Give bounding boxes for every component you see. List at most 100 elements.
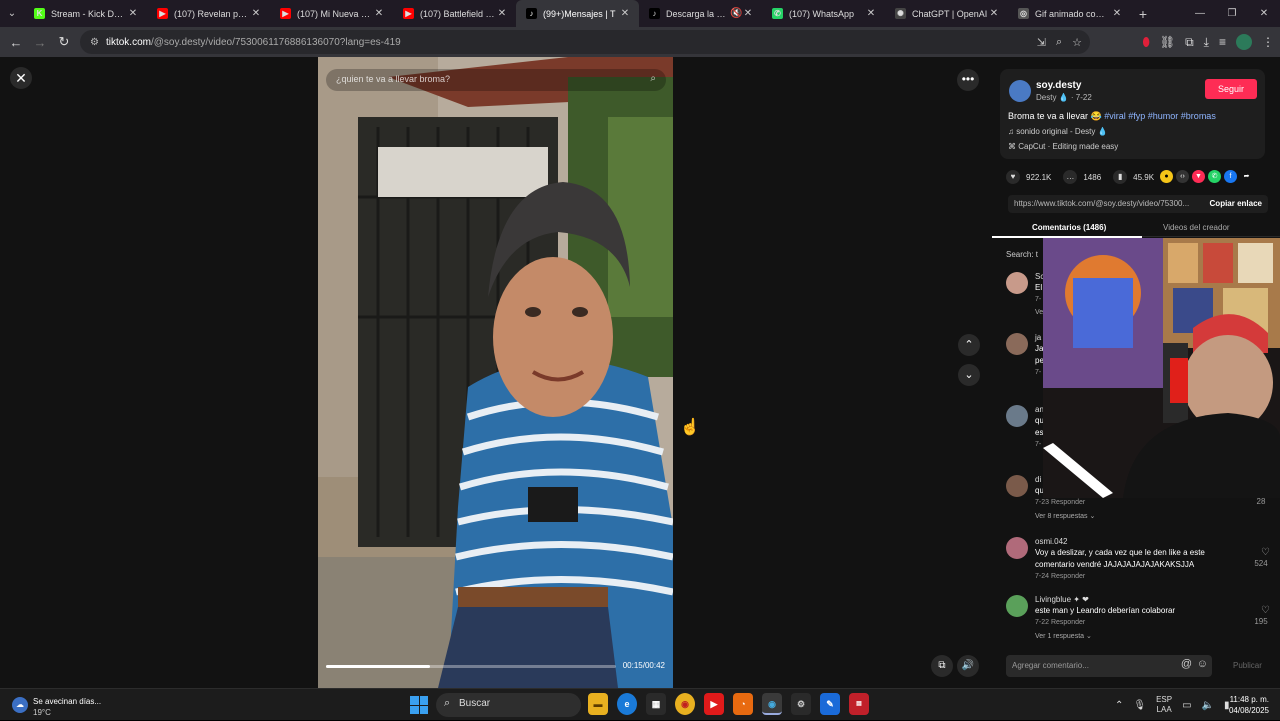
- mention-icon[interactable]: @: [1181, 658, 1192, 670]
- speaker-icon[interactable]: 🔈: [1202, 700, 1214, 711]
- close-window-icon[interactable]: ✕: [1248, 0, 1280, 27]
- comment-like-icon[interactable]: ♡: [1261, 547, 1270, 558]
- chrome-active-icon[interactable]: ◉: [762, 693, 782, 715]
- tab-search-icon[interactable]: ⌄: [0, 0, 24, 27]
- extension-link-icon[interactable]: ⛓: [1160, 35, 1175, 49]
- close-tab-icon[interactable]: ✕: [127, 8, 139, 19]
- share-link-box[interactable]: https://www.tiktok.com/@soy.desty/video/…: [1008, 195, 1268, 213]
- app-blue-icon[interactable]: ✎: [820, 693, 840, 715]
- previous-video-icon[interactable]: ⌃: [958, 334, 980, 356]
- copy-link-button[interactable]: Copiar enlace: [1205, 199, 1262, 208]
- site-info-icon[interactable]: ⚙: [90, 37, 99, 48]
- close-tab-icon[interactable]: ✕: [496, 8, 508, 19]
- whatsapp-share-icon[interactable]: ✆: [1208, 170, 1221, 183]
- floating-player-icon[interactable]: ⧉: [931, 655, 953, 677]
- music-info[interactable]: ♫ sonido original - Desty 💧: [1008, 127, 1108, 136]
- like-heart-icon[interactable]: ♥: [1006, 170, 1020, 184]
- close-tab-icon[interactable]: ✕: [742, 8, 754, 19]
- browser-tab[interactable]: ♪ Descarga la aplicació🔇✕: [639, 0, 762, 27]
- store-icon[interactable]: ▦: [646, 693, 666, 715]
- view-replies-link[interactable]: Ver 8 respuestas ⌄: [1035, 512, 1095, 520]
- commenter-avatar[interactable]: [1006, 272, 1028, 294]
- creator-avatar[interactable]: [1009, 80, 1031, 102]
- bookmark-star-icon[interactable]: ☆: [1072, 36, 1082, 49]
- windows-start-icon[interactable]: [410, 696, 428, 714]
- browser-tab[interactable]: ▶ (107) Mi Nueva Casa✕: [270, 0, 393, 27]
- minimize-icon[interactable]: —: [1184, 0, 1216, 27]
- share-arrow-icon[interactable]: ➦: [1240, 170, 1253, 183]
- next-video-icon[interactable]: ⌄: [958, 364, 980, 386]
- browser-tab[interactable]: ▶ (107) Revelan presunt✕: [147, 0, 270, 27]
- profile-avatar-icon[interactable]: [1236, 34, 1252, 50]
- comment-meta[interactable]: 7-22 Responder: [1035, 619, 1085, 626]
- video-player[interactable]: ¿quien te va a llevar broma? ⌕ 00:15/00:…: [318, 57, 673, 688]
- install-app-icon[interactable]: ⇲: [1037, 36, 1046, 49]
- settings-gear-icon[interactable]: ⚙: [791, 693, 811, 715]
- tray-expand-icon[interactable]: ⌃: [1115, 700, 1123, 711]
- tab-comments[interactable]: Comentarios (1486): [1032, 223, 1106, 232]
- news-app-icon[interactable]: ▤: [849, 693, 869, 715]
- creator-username[interactable]: soy.desty: [1036, 80, 1081, 91]
- youtube-app-icon[interactable]: ▶: [704, 693, 724, 715]
- new-tab-button[interactable]: +: [1131, 6, 1155, 22]
- close-tab-icon[interactable]: ✕: [250, 8, 262, 19]
- video-progress-bar[interactable]: [326, 665, 616, 668]
- comment-bubble-icon[interactable]: …: [1063, 170, 1078, 184]
- commenter-avatar[interactable]: [1006, 333, 1028, 355]
- close-icon[interactable]: ✕: [10, 67, 32, 89]
- facebook-share-icon[interactable]: f: [1224, 170, 1237, 183]
- capcut-link[interactable]: ⌘ CapCut · Editing made easy: [1008, 142, 1118, 151]
- search-icon[interactable]: ⌕: [650, 73, 656, 84]
- browser-tab[interactable]: K Stream - Kick Dashbo✕: [24, 0, 147, 27]
- send-icon[interactable]: ▼: [1192, 170, 1205, 183]
- forward-icon[interactable]: →: [28, 35, 52, 50]
- browser-tab[interactable]: ♪ (99+)Mensajes | T ✕: [516, 0, 639, 27]
- zoom-icon[interactable]: ⌕: [1056, 36, 1062, 49]
- follow-button[interactable]: Seguir: [1205, 79, 1257, 99]
- tab-creator-videos[interactable]: Videos del creador: [1163, 223, 1230, 232]
- close-tab-icon[interactable]: ✕: [988, 8, 1000, 19]
- volume-icon[interactable]: 🔊: [957, 655, 979, 677]
- reading-list-icon[interactable]: ≡: [1219, 35, 1226, 49]
- hashtags[interactable]: #viral #fyp #humor #bromas: [1104, 111, 1216, 121]
- comment-meta[interactable]: 7-: [1035, 369, 1041, 376]
- network-icon[interactable]: ▭: [1182, 700, 1191, 711]
- publish-button[interactable]: Publicar: [1233, 661, 1262, 670]
- embed-icon[interactable]: ‹›: [1176, 170, 1189, 183]
- address-bar[interactable]: ⚙ tiktok.com/@soy.desty/video/7530061176…: [80, 30, 1090, 54]
- close-tab-icon[interactable]: ✕: [865, 8, 877, 19]
- close-tab-icon[interactable]: ✕: [1111, 8, 1123, 19]
- edge-icon[interactable]: e: [617, 693, 637, 715]
- weather-widget[interactable]: ☁ Se avecinan días... 19°C: [12, 693, 122, 717]
- browser-tab[interactable]: ✺ ChatGPT | OpenAI ✕: [885, 0, 1008, 27]
- file-explorer-icon[interactable]: ▬: [588, 693, 608, 715]
- comment-like-icon[interactable]: ♡: [1261, 605, 1270, 616]
- bookmark-icon[interactable]: ▮: [1113, 170, 1128, 184]
- view-replies-link[interactable]: Ve: [1035, 309, 1043, 316]
- emoji-icon[interactable]: ☺: [1197, 658, 1208, 670]
- more-options-icon[interactable]: •••: [957, 69, 979, 91]
- commenter-avatar[interactable]: [1006, 537, 1028, 559]
- browser-tab[interactable]: ✆ (107) WhatsApp ✕: [762, 0, 885, 27]
- comment-meta[interactable]: 7-: [1035, 296, 1041, 303]
- commenter-avatar[interactable]: [1006, 405, 1028, 427]
- extensions-puzzle-icon[interactable]: ⧉: [1185, 35, 1194, 50]
- commenter-username[interactable]: ja: [1035, 333, 1041, 342]
- back-icon[interactable]: ←: [4, 35, 28, 50]
- close-tab-icon[interactable]: ✕: [619, 8, 631, 19]
- view-replies-link[interactable]: Ver 1 respuesta ⌄: [1035, 632, 1092, 640]
- taskbar-search[interactable]: ⌕ Buscar: [436, 693, 581, 717]
- restore-icon[interactable]: ❐: [1216, 0, 1248, 27]
- app-orange-icon[interactable]: ◔: [733, 693, 753, 715]
- commenter-username[interactable]: Livingblue ✦ ❤: [1035, 595, 1089, 604]
- browser-menu-icon[interactable]: ⋮: [1262, 35, 1274, 49]
- comment-meta[interactable]: 7-: [1035, 441, 1041, 448]
- language-indicator[interactable]: ESP LAA: [1156, 695, 1172, 715]
- video-search-input[interactable]: ¿quien te va a llevar broma? ⌕: [326, 69, 666, 91]
- browser-tab[interactable]: ◎ Gif animado comenz ✕: [1008, 0, 1131, 27]
- downloads-icon[interactable]: ⤓: [1204, 35, 1209, 50]
- microphone-icon[interactable]: 🎙: [1133, 700, 1146, 711]
- reload-icon[interactable]: ↻: [52, 34, 76, 50]
- comment-input[interactable]: Agregar comentario... @ ☺: [1006, 655, 1212, 677]
- browser-tab[interactable]: ▶ (107) Battlefield 6 Mu✕: [393, 0, 516, 27]
